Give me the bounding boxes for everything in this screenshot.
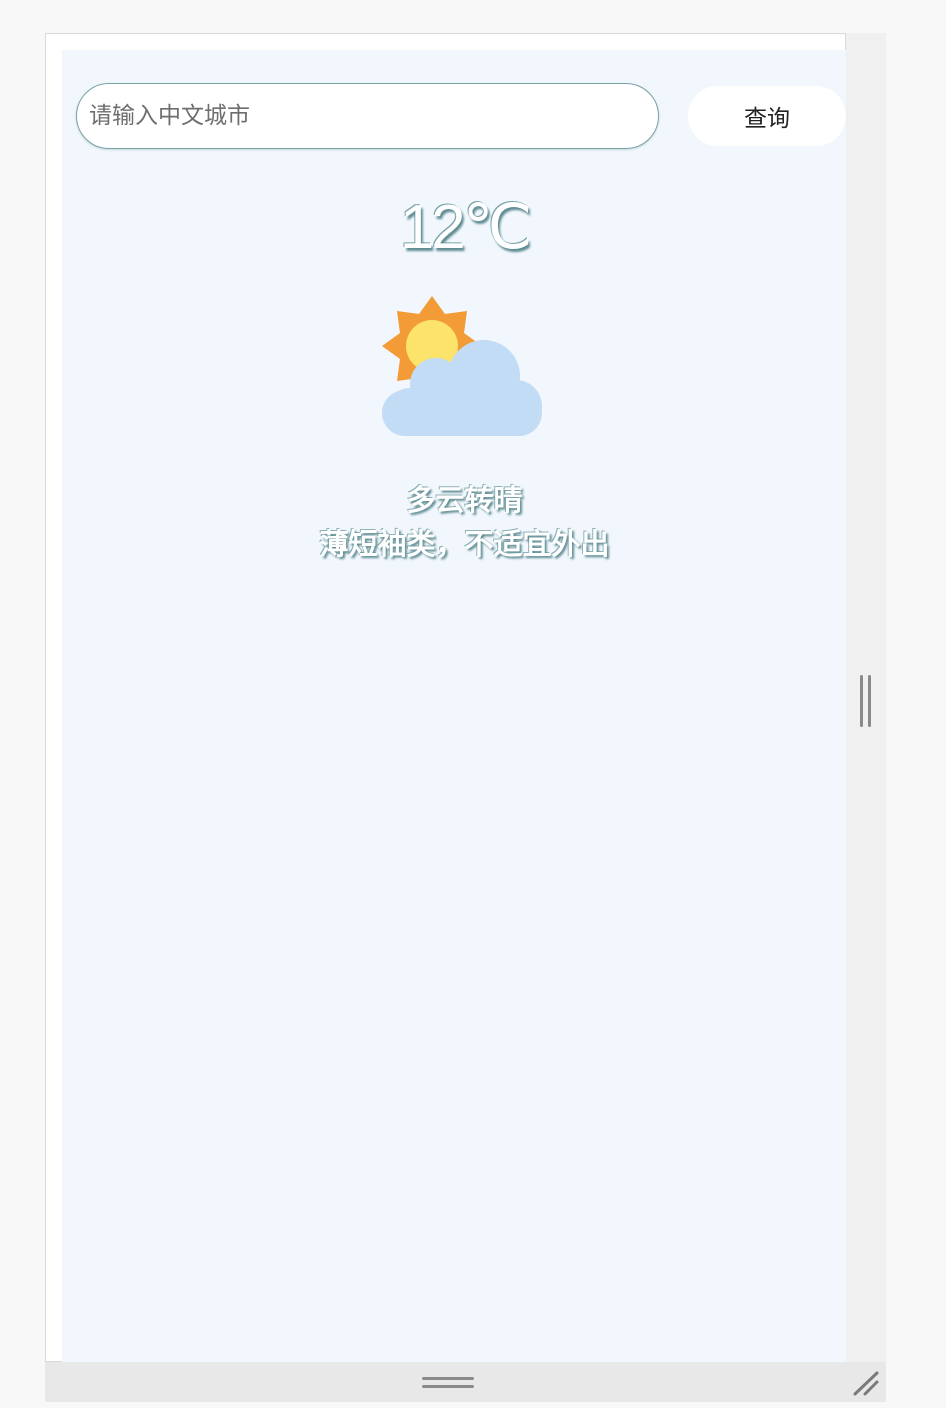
vertical-resize-grip[interactable] — [859, 675, 873, 727]
weather-description: 多云转晴 — [406, 483, 523, 517]
app-window: 查询 12℃ 多云转晴 薄短袖类，不适宜外出 — [0, 0, 946, 1408]
temperature-display: 12℃ — [399, 193, 533, 262]
resize-corner-icon[interactable] — [852, 1370, 880, 1396]
city-search-input[interactable] — [76, 83, 659, 149]
weather-page: 查询 12℃ 多云转晴 薄短袖类，不适宜外出 — [62, 50, 846, 1362]
query-button[interactable]: 查询 — [688, 86, 846, 146]
clothing-advice: 薄短袖类，不适宜外出 — [319, 527, 610, 561]
horizontal-resize-grip[interactable] — [422, 1377, 474, 1391]
partly-cloudy-sun-icon — [382, 296, 542, 436]
